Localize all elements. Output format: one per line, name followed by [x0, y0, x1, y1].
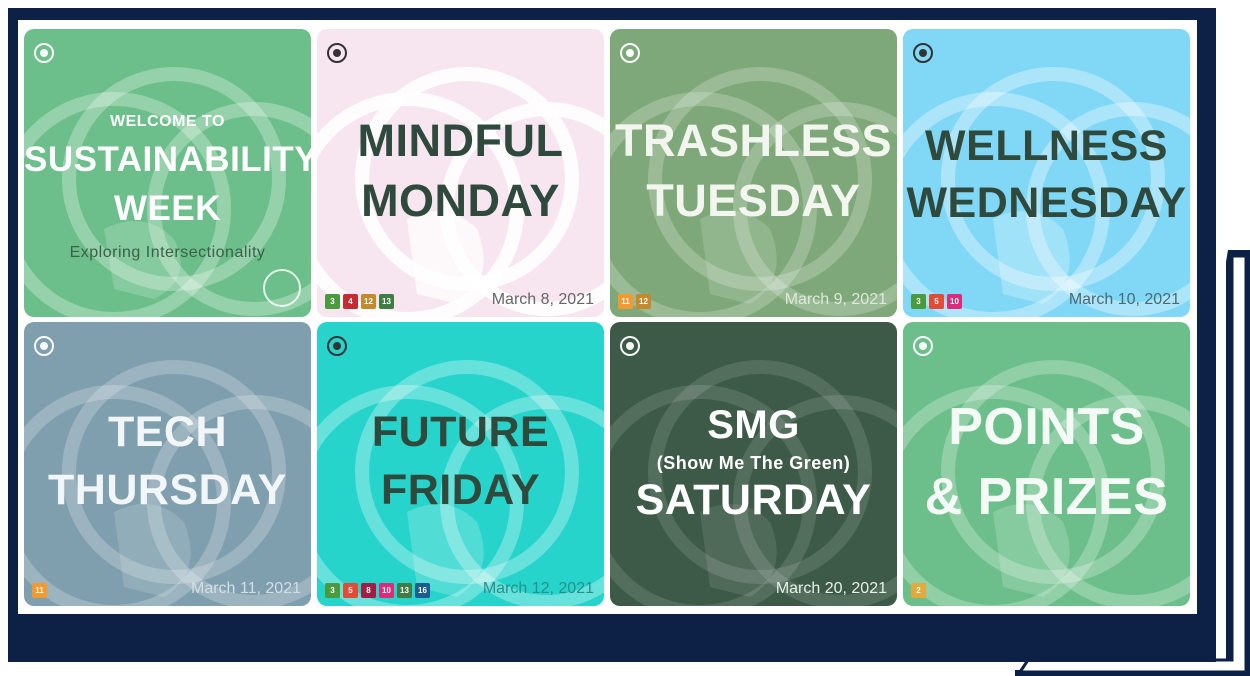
sdg-badge: 13 — [397, 583, 412, 598]
wednesday-title-line2: WEDNESDAY — [906, 179, 1187, 227]
ccp-logo-icon — [327, 43, 347, 63]
sdg-badge: 4 — [343, 294, 358, 309]
sdg-badge: 11 — [32, 583, 47, 598]
tile-points-prizes: POINTS & PRIZES 2 — [903, 322, 1190, 606]
sdg-badge: 12 — [361, 294, 376, 309]
globe-watermark-icon — [903, 360, 1190, 606]
sdg-badge: 5 — [343, 583, 358, 598]
ccp-logo-icon — [913, 43, 933, 63]
points-title-line1: POINTS — [948, 398, 1145, 456]
sdg-badges: 3 5 8 10 13 16 — [325, 583, 430, 598]
sdg-badge: 11 — [618, 294, 633, 309]
sdg-badge: 10 — [947, 294, 962, 309]
sdg-badge: 10 — [379, 583, 394, 598]
globe-watermark-icon — [317, 360, 604, 606]
welcome-subtitle: Exploring Intersectionality — [69, 244, 266, 261]
tile-date: March 20, 2021 — [775, 580, 887, 597]
tile-smg-saturday: SMG (Show Me The Green) SATURDAY March 2… — [610, 322, 897, 606]
saturday-title-line1: SMG — [707, 403, 800, 447]
sdg-badges: 11 — [32, 583, 47, 598]
sdg-badge: 12 — [636, 294, 651, 309]
tile-date: March 10, 2021 — [1068, 291, 1180, 308]
sdg-badge: 3 — [325, 583, 340, 598]
monday-title-line1: MINDFUL — [357, 115, 564, 166]
tile-date: March 12, 2021 — [482, 580, 594, 597]
sdg-badges: 11 12 — [618, 294, 651, 309]
sdg-badge: 16 — [415, 583, 430, 598]
sdg-badge: 8 — [361, 583, 376, 598]
ccp-logo-icon — [34, 336, 54, 356]
wednesday-title-line1: WELLNESS — [925, 122, 1168, 170]
sdg-badge: 3 — [911, 294, 926, 309]
sdg-badges: 3 5 10 — [911, 294, 962, 309]
tile-welcome: WELCOME TO SUSTAINABILITY WEEK Exploring… — [24, 29, 311, 317]
sdg-badge: 2 — [911, 583, 926, 598]
points-title-line2: & PRIZES — [924, 468, 1169, 526]
tile-date: March 11, 2021 — [191, 580, 301, 597]
welcome-kicker: WELCOME TO — [110, 113, 225, 130]
monday-title-line2: MONDAY — [361, 175, 560, 226]
ccp-logo-icon — [913, 336, 933, 356]
ccp-seal-icon — [263, 269, 301, 307]
tile-mindful-monday: MINDFUL MONDAY 3 4 12 13 March 8, 2021 — [317, 29, 604, 317]
ccp-logo-icon — [327, 336, 347, 356]
thursday-title-line2: THURSDAY — [48, 466, 287, 514]
globe-watermark-icon — [317, 67, 604, 317]
thursday-title-line1: TECH — [107, 408, 228, 456]
sdg-badge: 13 — [379, 294, 394, 309]
tile-date: March 8, 2021 — [491, 291, 594, 308]
ccp-logo-icon — [620, 43, 640, 63]
sdg-badge: 3 — [325, 294, 340, 309]
globe-watermark-icon — [610, 67, 897, 317]
friday-title-line2: FRIDAY — [380, 466, 541, 514]
ccp-logo-icon — [620, 336, 640, 356]
tile-date: March 9, 2021 — [784, 291, 887, 308]
globe-watermark-icon — [24, 360, 311, 606]
friday-title-line1: FUTURE — [371, 408, 550, 456]
tuesday-title-line1: TRASHLESS — [614, 115, 893, 166]
sdg-badges: 3 4 12 13 — [325, 294, 394, 309]
tile-future-friday: FUTURE FRIDAY 3 5 8 10 13 16 March 12, 2… — [317, 322, 604, 606]
tile-trashless-tuesday: TRASHLESS TUESDAY 11 12 March 9, 2021 — [610, 29, 897, 317]
ccp-logo-icon — [34, 43, 54, 63]
welcome-title-line2: WEEK — [114, 189, 221, 228]
tile-tech-thursday: TECH THURSDAY 11 March 11, 2021 — [24, 322, 311, 606]
tile-wellness-wednesday: WELLNESS WEDNESDAY 3 5 10 March 10, 2021 — [903, 29, 1190, 317]
sdg-badges: 2 — [911, 583, 926, 598]
saturday-title-line2: SATURDAY — [635, 476, 872, 524]
saturday-subtitle: (Show Me The Green) — [656, 453, 851, 473]
globe-watermark-icon — [903, 67, 1190, 317]
tuesday-title-line2: TUESDAY — [646, 175, 861, 226]
sdg-badge: 5 — [929, 294, 944, 309]
welcome-title-line1: SUSTAINABILITY — [24, 140, 311, 179]
